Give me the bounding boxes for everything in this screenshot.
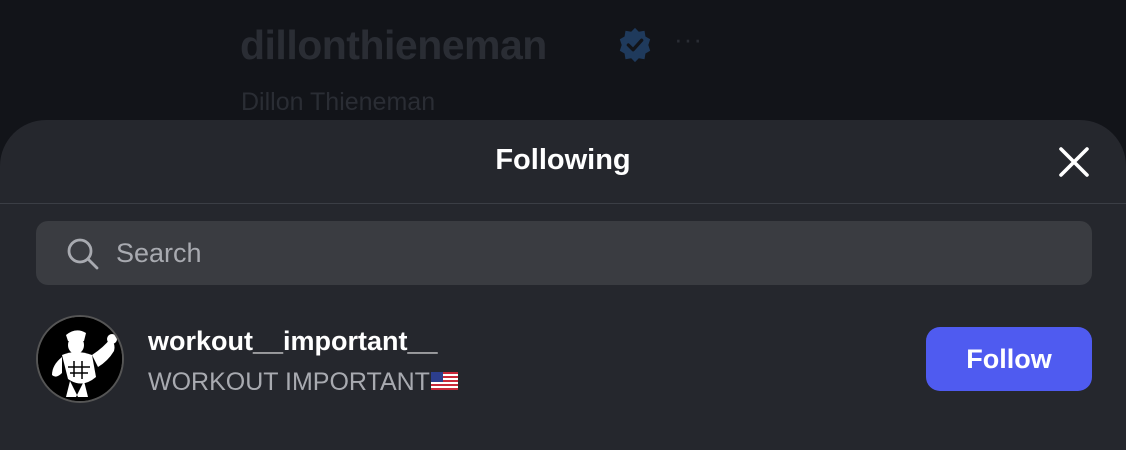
close-icon[interactable] — [1054, 142, 1094, 182]
search-input[interactable] — [116, 221, 1066, 285]
following-modal: Following workout__important__ — [0, 120, 1126, 450]
profile-full-name: Dillon Thieneman — [241, 88, 436, 116]
follow-button[interactable]: Follow — [926, 327, 1092, 391]
list-item[interactable]: workout__important__ WORKOUT IMPORTANT F… — [0, 310, 1126, 410]
user-display-name: WORKOUT IMPORTANT — [148, 368, 458, 397]
modal-header: Following — [0, 120, 1126, 204]
more-options-icon[interactable]: ··· — [674, 24, 703, 55]
search-icon — [67, 238, 99, 270]
profile-username: dillonthieneman — [240, 22, 547, 68]
muscle-man-icon — [38, 317, 122, 401]
verified-badge-icon — [619, 27, 651, 63]
modal-title: Following — [495, 144, 631, 176]
user-handle[interactable]: workout__important__ — [148, 326, 438, 357]
us-flag-icon — [430, 372, 458, 391]
search-box[interactable] — [36, 221, 1092, 285]
user-display-name-text: WORKOUT IMPORTANT — [148, 368, 430, 396]
avatar[interactable] — [36, 315, 124, 403]
